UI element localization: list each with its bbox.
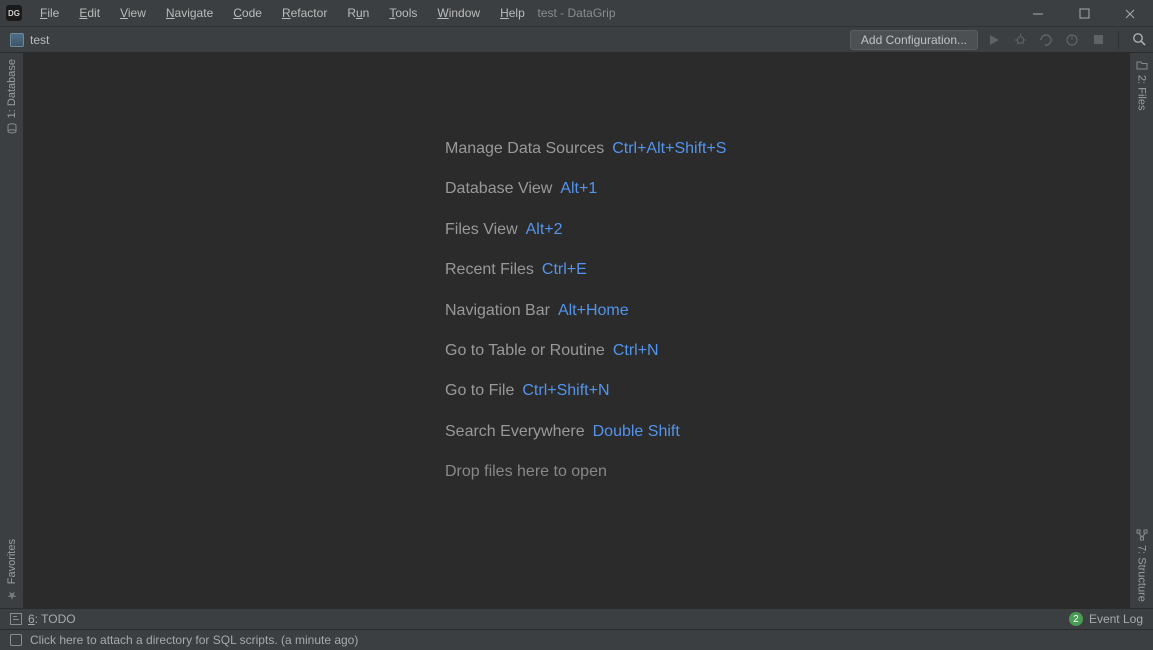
welcome-action[interactable]: Recent Files Ctrl+E [445,259,726,281]
run-icon[interactable] [984,30,1004,50]
menu-tools[interactable]: Tools [381,4,425,22]
welcome-action-label: Files View [445,221,518,238]
project-label[interactable]: test [30,33,49,47]
welcome-action-shortcut: Ctrl+Shift+N [522,382,609,399]
welcome-action-label: Manage Data Sources [445,140,604,157]
bottom-toolwindow-bar: 6: TODO 2 Event Log [0,608,1153,629]
welcome-action-label: Search Everywhere [445,423,585,440]
welcome-action[interactable]: Files View Alt+2 [445,219,726,241]
left-toolwindow-bar: 1: Database ★ Favorites [0,53,24,608]
toolwindow-tab-label: 1: Database [6,59,18,118]
main-body: 1: Database ★ Favorites Manage Data Sour… [0,53,1153,608]
menu-code[interactable]: Code [225,4,270,22]
titlebar: DG File Edit View Navigate Code Refactor… [0,0,1153,27]
close-button[interactable] [1107,0,1153,27]
toolbar: test Add Configuration... [0,27,1153,53]
toolwindow-tab-files[interactable]: 2: Files [1135,59,1149,110]
menu-edit[interactable]: Edit [71,4,108,22]
welcome-action[interactable]: Go to File Ctrl+Shift+N [445,380,726,402]
welcome-actions: Manage Data Sources Ctrl+Alt+Shift+S Datab… [445,138,726,502]
maximize-button[interactable] [1061,0,1107,27]
welcome-action-shortcut: Double Shift [593,423,680,440]
status-bar: Click here to attach a directory for SQL… [0,629,1153,650]
todo-icon [10,613,22,625]
welcome-action-label: Go to File [445,382,514,399]
menu-refactor[interactable]: Refactor [274,4,335,22]
run-with-coverage-icon[interactable] [1036,30,1056,50]
welcome-action-label: Navigation Bar [445,302,550,319]
toolwindow-tab-event-log[interactable]: Event Log [1089,612,1143,626]
welcome-action-label: Database View [445,180,552,197]
welcome-action[interactable]: Go to Table or Routine Ctrl+N [445,340,726,362]
project-icon [10,33,24,47]
toolwindow-tab-todo[interactable]: 6: TODO [28,612,76,626]
welcome-action[interactable]: Database View Alt+1 [445,178,726,200]
welcome-action[interactable]: Manage Data Sources Ctrl+Alt+Shift+S [445,138,726,160]
app-icon: DG [6,5,22,21]
menu-navigate[interactable]: Navigate [158,4,221,22]
menu-view[interactable]: View [112,4,154,22]
toolwindow-tab-label: Favorites [6,539,18,584]
welcome-action-shortcut: Alt+2 [526,221,563,238]
menu-window[interactable]: Window [429,4,488,22]
menu-run[interactable]: Run [339,4,377,22]
window-title: test - DataGrip [537,6,615,20]
welcome-action-label: Recent Files [445,261,534,278]
menu-file[interactable]: File [32,4,67,22]
stop-icon[interactable] [1088,30,1108,50]
welcome-action-shortcut: Alt+1 [560,180,597,197]
event-count-badge: 2 [1069,612,1083,626]
welcome-action-shortcut: Alt+Home [558,302,629,319]
window-controls [1015,0,1153,27]
folder-icon [1135,59,1149,71]
welcome-action[interactable]: Search Everywhere Double Shift [445,421,726,443]
profile-icon[interactable] [1062,30,1082,50]
debug-icon[interactable] [1010,30,1030,50]
welcome-action-shortcut: Ctrl+E [542,261,587,278]
structure-icon [1135,529,1149,541]
toolwindow-tab-database[interactable]: 1: Database [5,59,19,134]
welcome-action-shortcut: Ctrl+Alt+Shift+S [612,140,726,157]
toolwindow-toggle-icon[interactable] [10,634,22,646]
welcome-action-label: Go to Table or Routine [445,342,605,359]
menu-help[interactable]: Help [492,4,533,22]
welcome-action[interactable]: Navigation Bar Alt+Home [445,300,726,322]
toolwindow-tab-label: 2: Files [1136,75,1148,110]
star-icon: ★ [5,588,19,602]
search-icon[interactable] [1129,30,1149,50]
toolwindow-tab-favorites[interactable]: ★ Favorites [5,539,19,602]
breadcrumb: test [10,33,49,47]
toolwindow-tab-label: 7: Structure [1136,545,1148,602]
menubar: File Edit View Navigate Code Refactor Ru… [32,4,533,22]
editor-area[interactable]: Manage Data Sources Ctrl+Alt+Shift+S Datab… [24,53,1129,608]
database-icon [5,122,19,134]
status-message[interactable]: Click here to attach a directory for SQL… [30,633,358,647]
drop-hint: Drop files here to open [445,461,726,483]
welcome-action-shortcut: Ctrl+N [613,342,659,359]
right-toolwindow-bar: 2: Files 7: Structure [1129,53,1153,608]
minimize-button[interactable] [1015,0,1061,27]
add-configuration-button[interactable]: Add Configuration... [850,30,978,50]
toolwindow-tab-structure[interactable]: 7: Structure [1135,529,1149,602]
